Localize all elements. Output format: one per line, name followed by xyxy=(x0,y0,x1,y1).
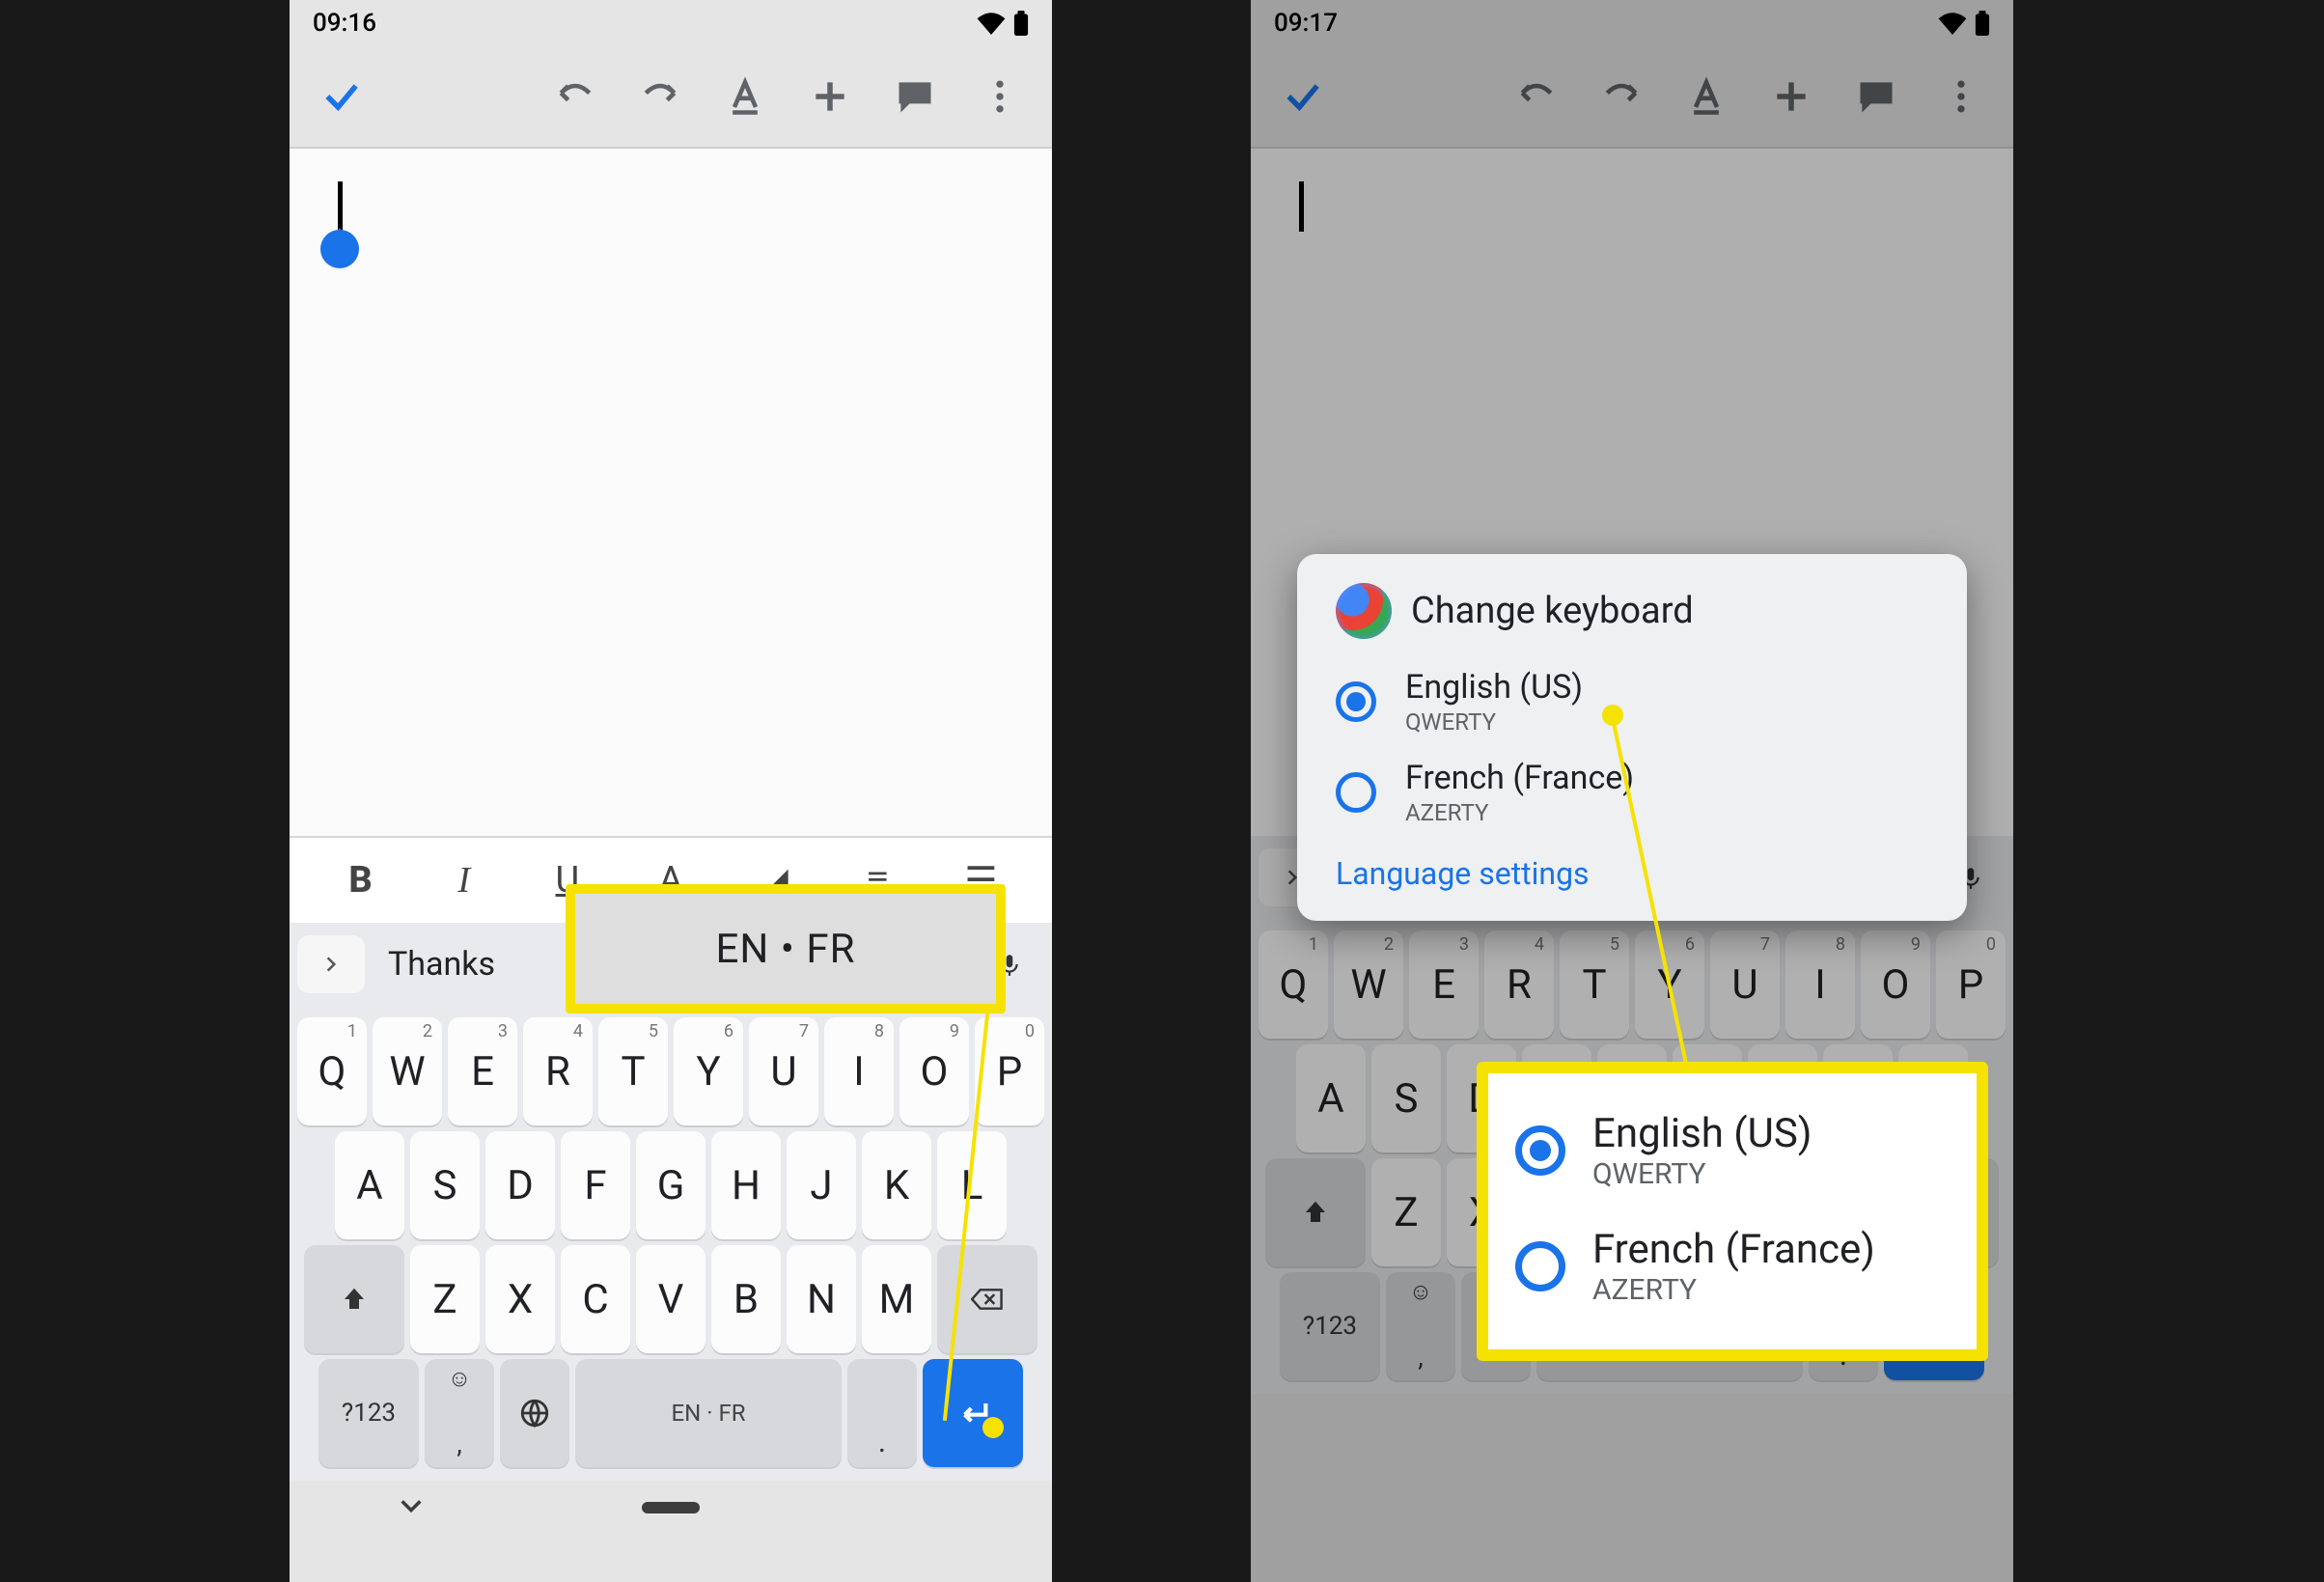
language-settings-link[interactable]: Language settings xyxy=(1336,855,1590,892)
gboard-icon xyxy=(1336,583,1392,639)
key-y[interactable]: Y6 xyxy=(674,1017,743,1125)
status-time: 09:16 xyxy=(313,9,376,38)
nav-bar xyxy=(290,1481,1052,1535)
key-v[interactable]: V xyxy=(636,1245,706,1353)
callout-option-name: French (France) xyxy=(1592,1226,1875,1273)
key-row-1: Q1W2E3R4T5Y6U7I8O9P0 xyxy=(293,1017,1048,1125)
callout-option-layout: QWERTY xyxy=(1592,1157,1812,1191)
key-m[interactable]: M xyxy=(862,1245,931,1353)
text-cursor xyxy=(338,181,343,232)
radio-unselected-icon xyxy=(1515,1241,1565,1291)
key-n[interactable]: N xyxy=(787,1245,856,1353)
space-key[interactable]: EN · FR xyxy=(575,1359,842,1467)
nav-down-icon[interactable] xyxy=(398,1492,425,1523)
key-u[interactable]: U7 xyxy=(749,1017,818,1125)
done-button[interactable] xyxy=(299,54,384,139)
annotation-dot xyxy=(982,1417,1004,1438)
option-layout: QWERTY xyxy=(1405,708,1583,735)
callout-option-layout: AZERTY xyxy=(1592,1273,1875,1307)
callout-option-english: English (US) QWERTY xyxy=(1515,1093,1950,1208)
phone-left: 09:16 xyxy=(290,0,1052,1582)
key-j[interactable]: J xyxy=(787,1131,856,1239)
option-name: English (US) xyxy=(1405,668,1583,707)
comment-button[interactable] xyxy=(872,54,957,139)
keyboard-options-callout: English (US) QWERTY French (France) AZER… xyxy=(1477,1062,1988,1361)
italic-button[interactable]: I xyxy=(426,859,503,902)
key-g[interactable]: G xyxy=(636,1131,706,1239)
key-a[interactable]: A xyxy=(335,1131,404,1239)
nav-home-pill[interactable] xyxy=(642,1502,700,1513)
cursor-handle[interactable] xyxy=(320,230,359,268)
document-editor[interactable] xyxy=(290,149,1052,836)
app-toolbar xyxy=(290,46,1052,149)
key-q[interactable]: Q1 xyxy=(297,1017,367,1125)
battery-icon xyxy=(1013,11,1029,36)
key-b[interactable]: B xyxy=(711,1245,781,1353)
bold-button[interactable]: B xyxy=(322,859,400,902)
key-f[interactable]: F xyxy=(561,1131,630,1239)
key-k[interactable]: K xyxy=(862,1131,931,1239)
keyboard-option-french[interactable]: French (France) AZERTY xyxy=(1336,747,1928,838)
callout-option-french: French (France) AZERTY xyxy=(1515,1208,1950,1324)
key-w[interactable]: W2 xyxy=(373,1017,442,1125)
key-r[interactable]: R4 xyxy=(523,1017,593,1125)
change-keyboard-dialog: Change keyboard English (US) QWERTY Fren… xyxy=(1297,554,1967,921)
key-t[interactable]: T5 xyxy=(598,1017,668,1125)
key-c[interactable]: C xyxy=(561,1245,630,1353)
emoji-key[interactable]: ☺ , xyxy=(425,1359,494,1467)
dialog-title: Change keyboard xyxy=(1411,590,1694,632)
language-indicator-text: EN • FR xyxy=(716,926,856,973)
radio-unselected-icon xyxy=(1336,772,1376,813)
redo-button[interactable] xyxy=(618,54,703,139)
enter-key[interactable] xyxy=(923,1359,1023,1467)
period-key[interactable]: . xyxy=(847,1359,917,1467)
option-name: French (France) xyxy=(1405,759,1634,797)
expand-suggestions[interactable] xyxy=(297,935,365,993)
symbols-key[interactable]: ?123 xyxy=(318,1359,419,1467)
shift-key[interactable] xyxy=(304,1245,404,1353)
status-bar: 09:16 xyxy=(290,0,1052,46)
key-z[interactable]: Z xyxy=(410,1245,480,1353)
key-i[interactable]: I8 xyxy=(824,1017,894,1125)
annotation-dot xyxy=(1602,705,1623,726)
key-row-4: ?123 ☺ , EN · FR . xyxy=(293,1359,1048,1467)
radio-selected-icon xyxy=(1515,1125,1565,1176)
wifi-icon xyxy=(977,12,1006,35)
key-h[interactable]: H xyxy=(711,1131,781,1239)
key-row-2: ASDFGHJKL xyxy=(293,1131,1048,1239)
key-e[interactable]: E3 xyxy=(448,1017,517,1125)
key-s[interactable]: S xyxy=(410,1131,480,1239)
radio-selected-icon xyxy=(1336,681,1376,722)
key-o[interactable]: O9 xyxy=(899,1017,969,1125)
suggestion-word[interactable]: Thanks xyxy=(373,945,511,984)
key-row-3: ZXCVBNM xyxy=(293,1245,1048,1353)
key-x[interactable]: X xyxy=(485,1245,555,1353)
option-layout: AZERTY xyxy=(1405,799,1634,826)
text-format-button[interactable] xyxy=(703,54,788,139)
language-key[interactable] xyxy=(500,1359,569,1467)
language-indicator-tooltip: EN • FR xyxy=(566,884,1006,1013)
overflow-button[interactable] xyxy=(957,54,1042,139)
undo-button[interactable] xyxy=(533,54,618,139)
key-d[interactable]: D xyxy=(485,1131,555,1239)
keyboard-option-english[interactable]: English (US) QWERTY xyxy=(1336,656,1928,747)
callout-option-name: English (US) xyxy=(1592,1110,1812,1157)
insert-button[interactable] xyxy=(788,54,872,139)
